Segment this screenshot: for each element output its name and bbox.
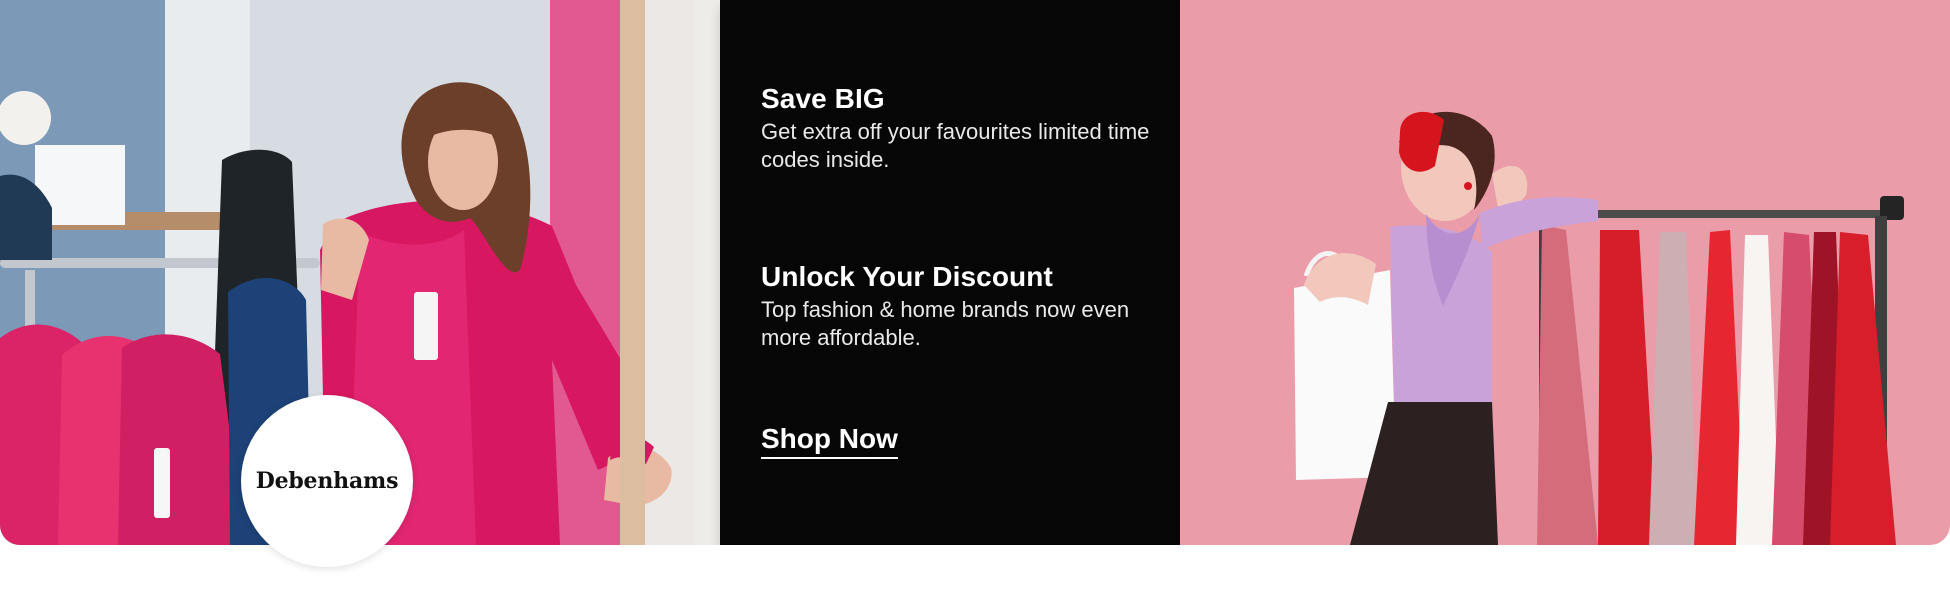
save-big-title: Save BIG xyxy=(761,83,885,114)
promo-content-panel: Save BIG Get extra off your favourites l… xyxy=(720,0,1180,545)
debenhams-logo-text: Debenhams xyxy=(255,468,399,494)
save-big-section: Save BIG Get extra off your favourites l… xyxy=(761,82,1171,174)
debenhams-logo-badge: Debenhams xyxy=(241,395,413,567)
discount-section: Unlock Your Discount Top fashion & home … xyxy=(761,260,1171,352)
save-big-description: Get extra off your favourites limited ti… xyxy=(761,119,1150,172)
discount-title: Unlock Your Discount xyxy=(761,261,1053,292)
discount-description: Top fashion & home brands now even more … xyxy=(761,297,1130,350)
right-fashion-model-illustration xyxy=(1180,0,1950,545)
shop-now-link[interactable]: Shop Now xyxy=(761,421,898,459)
right-fashion-model-image xyxy=(1180,0,1950,545)
